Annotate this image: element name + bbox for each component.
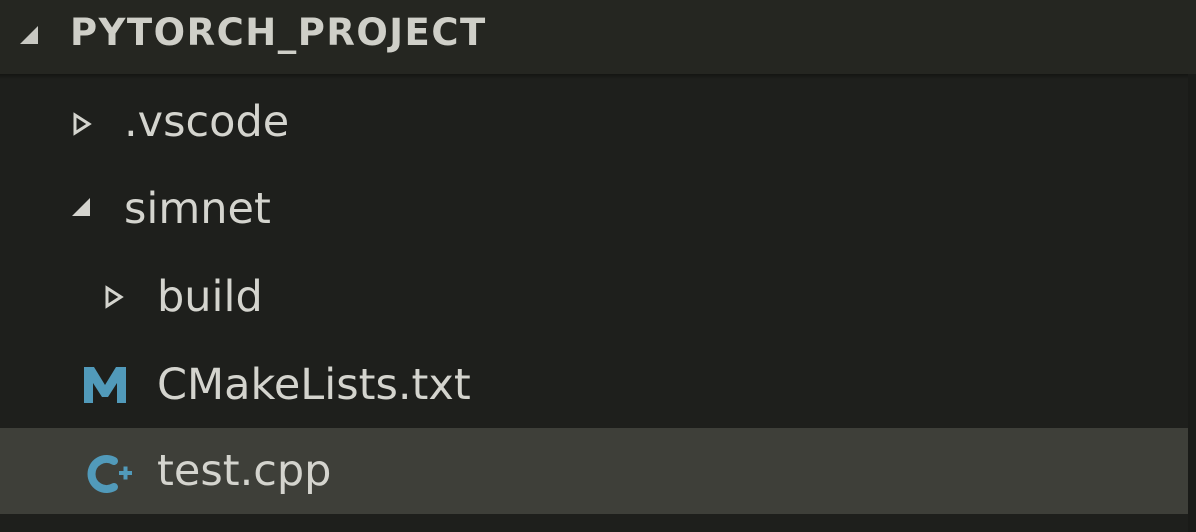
tree-item-label: .vscode bbox=[124, 97, 290, 147]
tree-item-test-cpp[interactable]: test.cpp bbox=[0, 428, 1188, 514]
tree-item-simnet[interactable]: simnet bbox=[0, 166, 1188, 252]
tree-item-label: test.cpp bbox=[157, 446, 332, 496]
tree-item-vscode[interactable]: .vscode bbox=[0, 80, 1188, 166]
project-title: PYTORCH_PROJECT bbox=[70, 11, 487, 54]
explorer-section-header[interactable]: PYTORCH_PROJECT bbox=[0, 0, 1196, 74]
collapse-triangle-icon[interactable] bbox=[18, 24, 40, 46]
chevron-right-icon[interactable] bbox=[104, 285, 124, 309]
tree-item-label: simnet bbox=[124, 184, 271, 234]
header-divider bbox=[0, 74, 1196, 79]
scrollbar-track[interactable] bbox=[1188, 74, 1196, 532]
chevron-right-icon[interactable] bbox=[72, 112, 92, 136]
file-explorer: PYTORCH_PROJECT .vscode simnet build CMa… bbox=[0, 0, 1196, 532]
chevron-down-icon[interactable] bbox=[70, 196, 92, 218]
tree-item-build[interactable]: build bbox=[0, 254, 1188, 340]
tree-item-cmakelists[interactable]: CMakeLists.txt bbox=[0, 341, 1188, 427]
cpp-file-icon bbox=[87, 455, 132, 493]
cmake-file-icon bbox=[84, 367, 126, 403]
tree-item-label: CMakeLists.txt bbox=[157, 360, 471, 410]
tree-item-label: build bbox=[157, 272, 263, 322]
